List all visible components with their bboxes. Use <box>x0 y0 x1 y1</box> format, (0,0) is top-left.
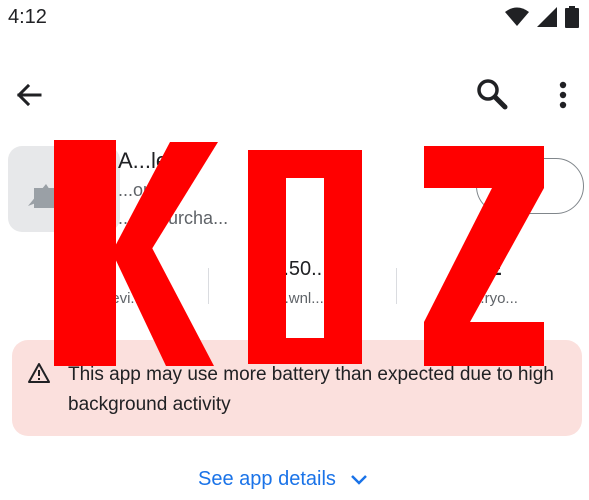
warning-text: This app may use more battery than expec… <box>68 364 554 415</box>
stat-divider <box>396 268 397 304</box>
search-icon <box>477 79 508 110</box>
more-options-button[interactable] <box>548 76 578 114</box>
see-app-details-label: See app details <box>198 468 336 490</box>
stat-value: ...50... <box>272 258 328 280</box>
stat-content-rating[interactable]: E ...ryo... <box>440 258 550 307</box>
status-time: 4:12 <box>8 6 47 28</box>
signal-icon <box>537 7 557 27</box>
battery-icon <box>565 6 579 28</box>
status-icons <box>505 6 579 28</box>
in-app-purchases-note: ...pp purcha... <box>118 208 229 228</box>
chevron-down-icon <box>351 474 367 485</box>
app-icon <box>8 146 120 232</box>
stat-downloads: ...50... ...wnl... <box>245 258 355 307</box>
search-button[interactable] <box>474 76 510 112</box>
wifi-icon <box>505 7 529 26</box>
app-title: A...le <box>118 148 169 173</box>
battery-warning-banner: This app may use more battery than expec… <box>12 340 582 436</box>
stat-value <box>70 258 180 282</box>
stat-label: ...evi...o <box>98 290 152 307</box>
stat-label: ...ryo... <box>472 290 518 307</box>
stamp-letter-o <box>248 150 362 364</box>
status-bar: 4:12 <box>0 0 589 36</box>
content-rating-badge: E <box>488 258 502 280</box>
stat-label: ...wnl... <box>276 290 324 307</box>
warning-icon <box>28 363 50 383</box>
top-app-bar <box>0 60 589 130</box>
back-button[interactable] <box>12 78 46 112</box>
arrow-back-icon <box>16 83 42 107</box>
stat-reviews[interactable]: ...evi...o <box>70 258 180 307</box>
see-app-details-button[interactable]: See app details <box>198 468 368 491</box>
developer-name[interactable]: ...oper <box>118 180 169 201</box>
more-vert-icon <box>559 81 567 109</box>
install-button[interactable]: ...ll <box>476 158 584 214</box>
stat-divider <box>208 268 209 304</box>
app-logo-icon <box>28 184 54 208</box>
